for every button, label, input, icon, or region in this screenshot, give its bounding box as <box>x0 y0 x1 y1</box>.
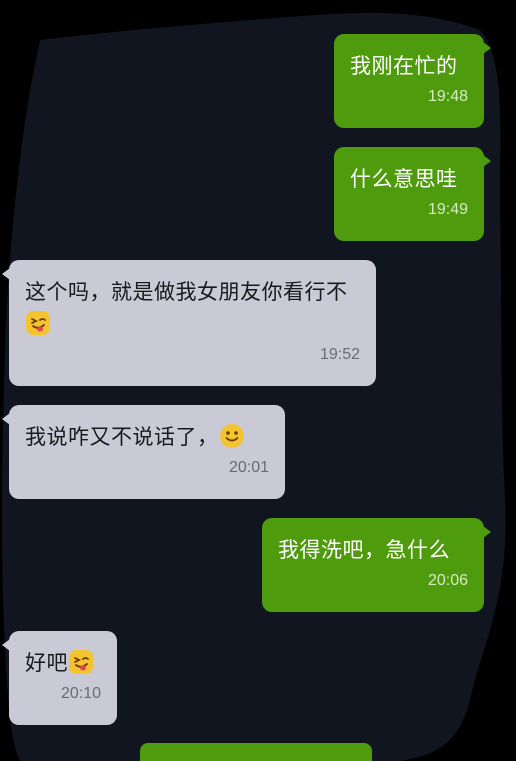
message-bubble-outgoing[interactable]: 我得洗吧，急什么 20:06 <box>262 518 491 612</box>
smile-emoji-icon <box>219 424 244 448</box>
tongue-wink-emoji-icon <box>69 650 93 674</box>
message-timestamp: 20:01 <box>228 459 269 476</box>
message-timestamp: 20:06 <box>427 572 468 589</box>
message-timestamp: 19:49 <box>427 201 468 218</box>
message-bubble-incoming[interactable]: 好吧 20:10 <box>2 631 117 725</box>
message-timestamp: 20:10 <box>60 685 101 702</box>
tongue-wink-emoji-icon <box>26 311 50 335</box>
message-text: 这个吗，就是做我女朋友你看行不 <box>25 280 348 304</box>
message-bubble-outgoing-partial[interactable] <box>140 743 372 761</box>
message-text: 我说咋又不说话了， <box>25 425 219 449</box>
message-bubble-incoming[interactable]: 我说咋又不说话了， 20:01 <box>2 405 285 499</box>
message-text: 我得洗吧，急什么 <box>278 538 450 562</box>
message-bubble-outgoing[interactable]: 什么意思哇 19:49 <box>334 147 491 241</box>
message-bubble-incoming[interactable]: 这个吗，就是做我女朋友你看行不 19:52 <box>2 260 376 386</box>
message-timestamp: 19:52 <box>319 346 360 363</box>
message-text: 好吧 <box>25 651 68 675</box>
message-bubble-outgoing[interactable]: 我刚在忙的 19:48 <box>334 34 491 128</box>
message-content: 这个吗，就是做我女朋友你看行不 <box>25 276 360 340</box>
message-text: 我刚在忙的 <box>350 54 458 78</box>
message-text: 什么意思哇 <box>350 167 458 191</box>
chat-screenshot: 我刚在忙的 19:48 什么意思哇 19:49 这个吗，就是做我女朋友你看行不 … <box>0 0 516 761</box>
message-content: 我说咋又不说话了， <box>25 421 269 453</box>
message-content: 好吧 <box>25 647 101 679</box>
message-timestamp: 19:48 <box>427 88 468 105</box>
